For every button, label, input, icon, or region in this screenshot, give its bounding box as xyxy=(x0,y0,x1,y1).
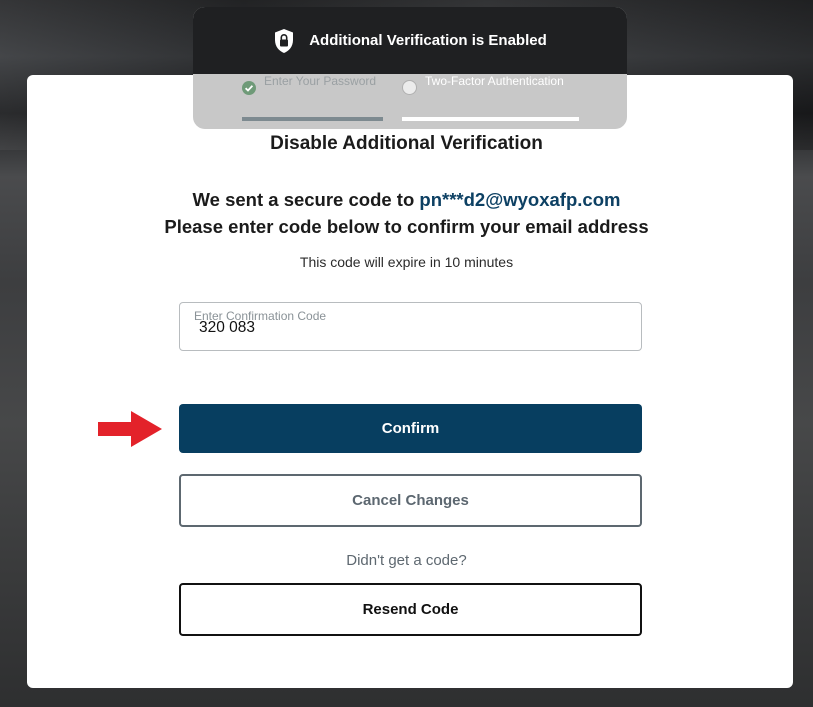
resend-code-button[interactable]: Resend Code xyxy=(179,583,642,636)
banner-header: Additional Verification is Enabled xyxy=(193,7,627,74)
no-code-text: Didn't get a code? xyxy=(346,552,467,569)
sent-code-message: We sent a secure code to pn***d2@wyoxafp… xyxy=(0,189,813,211)
confirmation-code-field[interactable]: Enter Confirmation Code 320 083 xyxy=(179,302,642,351)
step-label: Enter Your Password xyxy=(264,74,377,88)
empty-circle-icon xyxy=(402,80,417,95)
verification-banner: Additional Verification is Enabled Enter… xyxy=(193,7,627,129)
steps-progress: Enter Your Password Two-Factor Authentic… xyxy=(193,74,627,129)
check-circle-icon xyxy=(242,81,256,95)
confirmation-code-value[interactable]: 320 083 xyxy=(199,319,255,337)
step-label: Two-Factor Authentication xyxy=(425,74,564,88)
modal-title: Disable Additional Verification xyxy=(270,133,543,154)
step-enter-password: Enter Your Password xyxy=(242,74,383,121)
confirm-button[interactable]: Confirm xyxy=(179,404,642,453)
lock-shield-icon xyxy=(275,28,294,53)
instruction-text: Please enter code below to confirm your … xyxy=(164,216,649,237)
red-arrow-icon xyxy=(98,411,162,447)
cancel-changes-button[interactable]: Cancel Changes xyxy=(179,474,642,527)
sent-code-prefix: We sent a secure code to xyxy=(192,189,415,210)
banner-title: Additional Verification is Enabled xyxy=(309,32,547,49)
step-two-factor: Two-Factor Authentication xyxy=(402,74,579,121)
expiry-note: This code will expire in 10 minutes xyxy=(299,254,514,270)
masked-email: pn***d2@wyoxafp.com xyxy=(419,189,621,210)
